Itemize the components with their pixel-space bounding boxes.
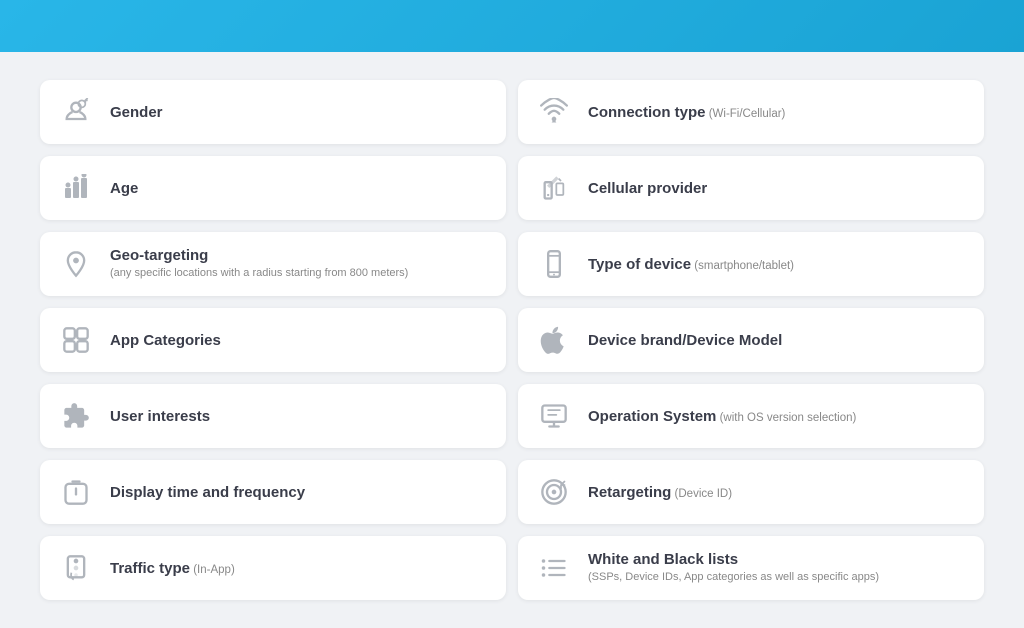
card-display-time: Display time and frequency bbox=[40, 460, 506, 524]
card-label-retargeting: Retargeting (Device ID) bbox=[588, 484, 732, 501]
card-white-black-lists: White and Black lists (SSPs, Device IDs, … bbox=[518, 536, 984, 600]
card-label-device-brand: Device brand/Device Model bbox=[588, 332, 782, 349]
card-label-app-categories: App Categories bbox=[110, 332, 221, 349]
card-geo-targeting: Geo-targeting (any specific locations wit… bbox=[40, 232, 506, 296]
card-label-user-interests: User interests bbox=[110, 408, 210, 425]
traffic-icon bbox=[58, 550, 94, 586]
apple-icon bbox=[536, 322, 572, 358]
target-icon bbox=[536, 474, 572, 510]
card-gender: Gender bbox=[40, 80, 506, 144]
card-label-connection-type: Connection type (Wi-Fi/Cellular) bbox=[588, 104, 785, 121]
geo-icon bbox=[58, 246, 94, 282]
app-icon bbox=[58, 322, 94, 358]
os-icon bbox=[536, 398, 572, 434]
card-connection-type: Connection type (Wi-Fi/Cellular) bbox=[518, 80, 984, 144]
card-sublabel-white-black-lists: (SSPs, Device IDs, App categories as wel… bbox=[588, 570, 879, 585]
card-traffic-type: Traffic type (In-App) bbox=[40, 536, 506, 600]
card-label-type-of-device: Type of device (smartphone/tablet) bbox=[588, 256, 794, 273]
main-content: Gender Connection type (Wi-Fi/Cellular) Ag… bbox=[0, 52, 1024, 628]
card-cellular-provider: Cellular provider bbox=[518, 156, 984, 220]
age-icon bbox=[58, 170, 94, 206]
card-label-gender: Gender bbox=[110, 104, 163, 121]
cellular-icon bbox=[536, 170, 572, 206]
card-label-geo-targeting: Geo-targeting bbox=[110, 247, 408, 264]
wifi-icon bbox=[536, 94, 572, 130]
card-label-age: Age bbox=[110, 180, 138, 197]
card-user-interests: User interests bbox=[40, 384, 506, 448]
card-type-of-device: Type of device (smartphone/tablet) bbox=[518, 232, 984, 296]
card-device-brand: Device brand/Device Model bbox=[518, 308, 984, 372]
card-label-white-black-lists: White and Black lists bbox=[588, 551, 879, 568]
card-label-operation-system: Operation System (with OS version select… bbox=[588, 408, 856, 425]
puzzle-icon bbox=[58, 398, 94, 434]
card-app-categories: App Categories bbox=[40, 308, 506, 372]
page-header bbox=[0, 0, 1024, 52]
card-age: Age bbox=[40, 156, 506, 220]
list-icon bbox=[536, 550, 572, 586]
card-retargeting: Retargeting (Device ID) bbox=[518, 460, 984, 524]
timer-icon bbox=[58, 474, 94, 510]
gender-icon bbox=[58, 94, 94, 130]
card-operation-system: Operation System (with OS version select… bbox=[518, 384, 984, 448]
card-sublabel-geo-targeting: (any specific locations with a radius st… bbox=[110, 266, 408, 281]
card-label-display-time: Display time and frequency bbox=[110, 484, 305, 501]
card-label-cellular-provider: Cellular provider bbox=[588, 180, 707, 197]
card-label-traffic-type: Traffic type (In-App) bbox=[110, 560, 235, 577]
cards-grid: Gender Connection type (Wi-Fi/Cellular) Ag… bbox=[40, 80, 984, 600]
device-icon bbox=[536, 246, 572, 282]
